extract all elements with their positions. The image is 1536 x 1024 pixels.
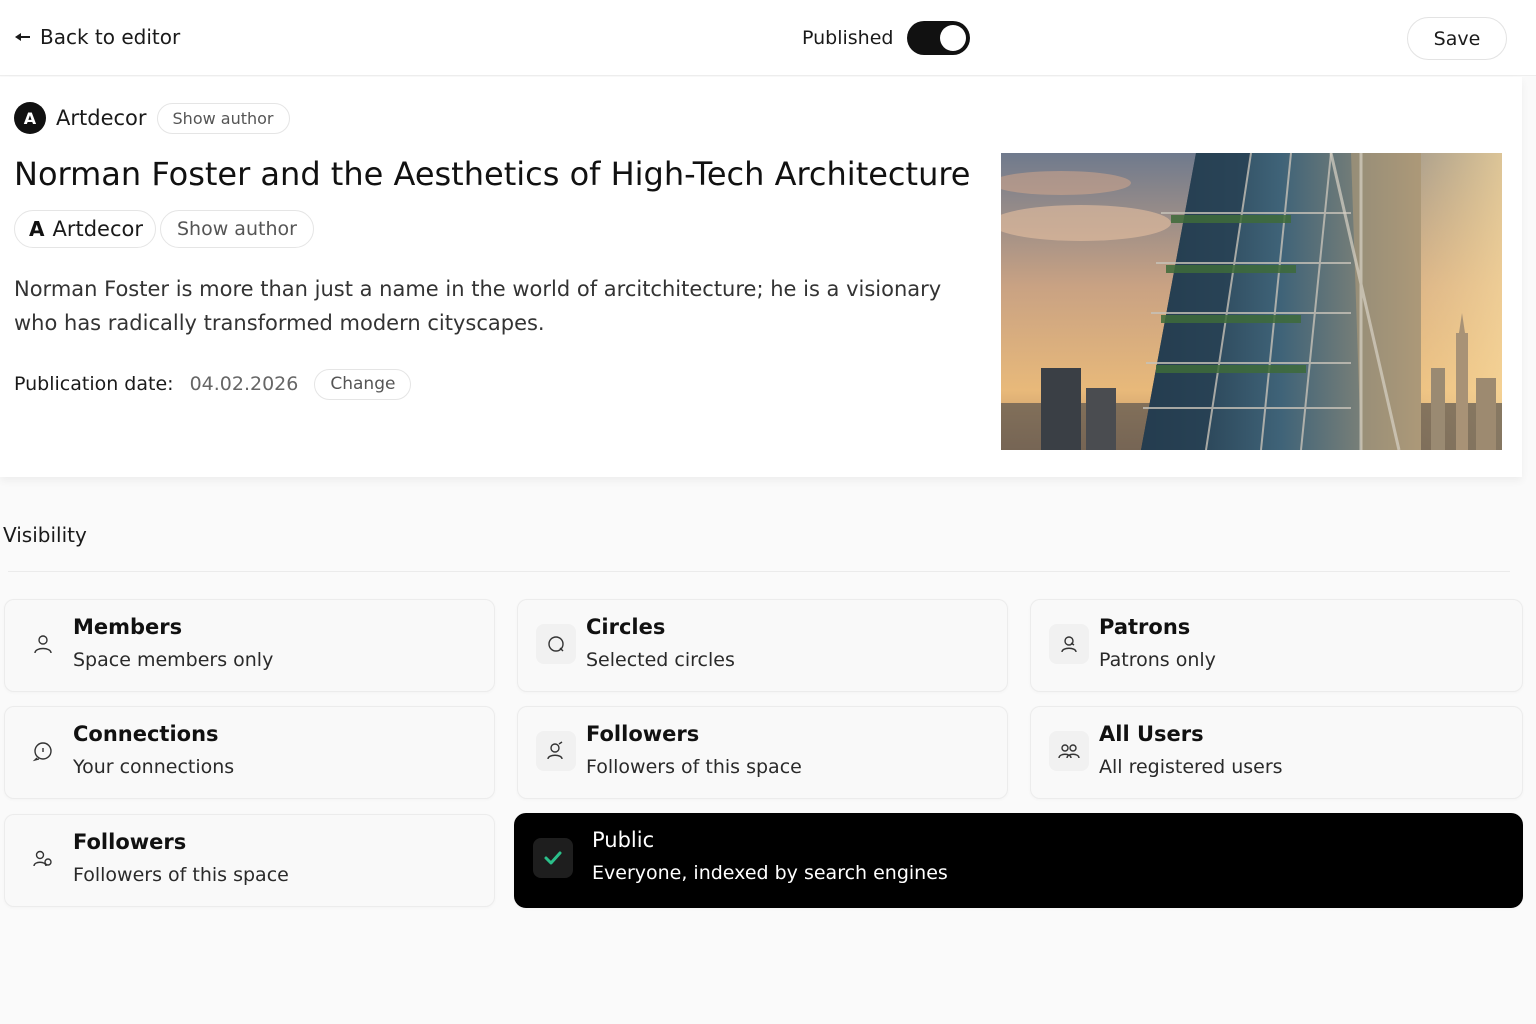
option-description: Everyone, indexed by search engines <box>592 862 948 884</box>
follower-icon <box>536 731 576 771</box>
visibility-heading: Visibility <box>3 523 87 547</box>
show-author-button[interactable]: Show author <box>156 102 290 134</box>
option-title: Members <box>73 615 183 639</box>
users-icon <box>1049 731 1089 771</box>
toggle-knob <box>940 25 967 51</box>
option-title: Public <box>592 828 655 852</box>
option-title: Circles <box>586 615 666 639</box>
option-title: Followers <box>586 722 700 746</box>
top-bar: Back to editor Published Save <box>0 0 1536 76</box>
author-name: Artdecor <box>56 106 147 130</box>
author-chip[interactable]: A Artdecor <box>14 210 156 248</box>
author-avatar: A <box>14 102 46 134</box>
published-toggle[interactable] <box>907 21 971 55</box>
option-title: Connections <box>73 722 219 746</box>
followers-icon <box>23 839 63 879</box>
save-button[interactable]: Save <box>1407 17 1507 60</box>
publication-date-value: 04.02.2026 <box>189 373 299 395</box>
user-icon <box>23 624 63 664</box>
article-preview-card: A Artdecor Show author Norman Foster and… <box>0 77 1522 477</box>
article-excerpt: Norman Foster is more than just a name i… <box>14 277 942 335</box>
option-description: Followers of this space <box>586 756 802 778</box>
visibility-divider <box>8 571 1510 572</box>
check-icon <box>533 838 573 878</box>
visibility-option-connections[interactable]: Connections Your connections <box>4 706 495 799</box>
option-description: Your connections <box>73 756 235 778</box>
option-description: Selected circles <box>586 649 735 671</box>
article-title: Norman Foster and the Aesthetics of High… <box>14 155 971 193</box>
option-description: All registered users <box>1099 756 1283 778</box>
back-label: Back to editor <box>40 25 181 49</box>
option-title: All Users <box>1099 722 1204 746</box>
back-to-editor-link[interactable]: Back to editor <box>14 22 180 52</box>
visibility-option-members[interactable]: Members Space members only <box>4 599 495 692</box>
arrow-left-icon <box>15 33 30 41</box>
visibility-option-followers-2[interactable]: Followers Followers of this space <box>4 814 495 907</box>
cover-image[interactable] <box>1001 153 1502 450</box>
cover-image-illustration <box>1001 153 1502 450</box>
visibility-option-followers[interactable]: Followers Followers of this space <box>517 706 1008 799</box>
option-description: Space members only <box>73 649 274 671</box>
show-author-button-secondary[interactable]: Show author <box>160 210 314 248</box>
author-chip-row: A Artdecor Show author <box>14 210 314 248</box>
visibility-option-circles[interactable]: Circles Selected circles <box>517 599 1008 692</box>
author-row: A Artdecor Show author <box>14 102 290 134</box>
option-description: Followers of this space <box>73 864 289 886</box>
publish-control: Published <box>802 20 971 56</box>
visibility-option-public[interactable]: Public Everyone, indexed by search engin… <box>514 813 1523 908</box>
author-logo-icon: A <box>29 217 45 241</box>
option-title: Patrons <box>1099 615 1191 639</box>
patron-icon <box>1049 624 1089 664</box>
published-label: Published <box>802 27 894 49</box>
publication-date-row: Publication date: 04.02.2026 Change <box>14 368 412 400</box>
author-chip-name: Artdecor <box>52 217 143 241</box>
change-date-button[interactable]: Change <box>314 368 412 400</box>
publication-date-label: Publication date: <box>14 373 174 395</box>
circle-icon <box>536 624 576 664</box>
chat-bubble-icon <box>23 731 63 771</box>
option-description: Patrons only <box>1099 649 1216 671</box>
visibility-option-all-users[interactable]: All Users All registered users <box>1030 706 1523 799</box>
option-title: Followers <box>73 830 187 854</box>
visibility-option-patrons[interactable]: Patrons Patrons only <box>1030 599 1523 692</box>
